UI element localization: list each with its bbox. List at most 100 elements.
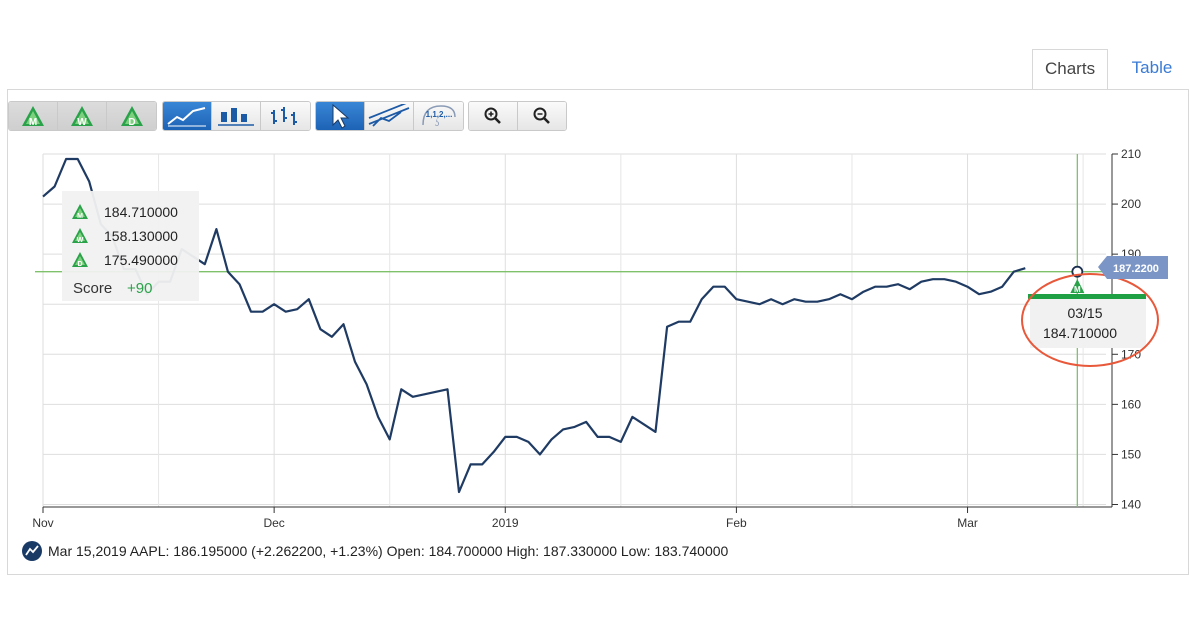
x-tick-label: Feb [726,516,747,530]
series-point [734,297,739,302]
series-point [561,427,566,432]
series-point [699,297,704,302]
series-point [607,434,612,439]
series-point [353,359,358,364]
series-point [803,299,808,304]
series-point [410,394,415,399]
series-point [641,422,646,427]
y-tick-label: 140 [1121,497,1141,511]
series-point [676,319,681,324]
series-point [306,297,311,302]
series-point [745,299,750,304]
series-point [41,194,46,199]
mag-marker-icon: M [1070,279,1085,294]
y-tick-label: 210 [1121,147,1141,161]
series-point [283,309,288,314]
series-point [549,437,554,442]
ohlc-legend-text: Mar 15,2019 AAPL: 186.195000 (+2.262200,… [48,543,729,559]
series-point [1011,269,1016,274]
series-point [1000,284,1005,289]
series-point [665,324,670,329]
svg-text:D: D [77,261,82,268]
series-point [838,292,843,297]
series-point [387,437,392,442]
series-point [584,419,589,424]
series-point [318,327,323,332]
series-point [942,277,947,282]
series-point [722,284,727,289]
series-point [618,439,623,444]
series-point [919,279,924,284]
price-chart[interactable]: 140150160170180190200210NovDec2019FebMar… [0,0,1200,630]
series-point [329,334,334,339]
series-point [896,282,901,287]
series-point [480,462,485,467]
svg-text:M: M [77,213,83,220]
y-tick-label: 150 [1121,447,1141,461]
series-point [873,284,878,289]
x-tick-label: Dec [263,516,284,530]
series-point [537,452,542,457]
series-point [341,322,346,327]
score-value: +90 [127,280,152,297]
series-point [861,289,866,294]
series-point [757,302,762,307]
series-point [214,227,219,232]
series-point [422,392,427,397]
series-point [52,184,57,189]
chart-grid [42,153,1106,507]
series-point [64,157,69,162]
tooltip-value: 184.710000 [104,204,178,220]
svg-text:M: M [1074,285,1081,294]
series-point [988,289,993,294]
series-point [769,297,774,302]
ohlc-legend: Mar 15,2019 AAPL: 186.195000 (+2.262200,… [22,540,728,562]
series-point [977,292,982,297]
tooltip-value: 184.710000 [1043,325,1117,341]
series-point [237,282,242,287]
series-point [965,284,970,289]
series-point [491,449,496,454]
series-point [225,269,230,274]
series-point [572,424,577,429]
series-point [815,299,820,304]
series-point [907,287,912,292]
marker-bar [1028,294,1146,299]
series-point [249,309,254,314]
series-point [630,414,635,419]
series-point [295,307,300,312]
series-point [884,284,889,289]
tooltip-value: 158.130000 [104,228,178,244]
series-point [780,302,785,307]
series-point [514,434,519,439]
score-label: Score [73,280,112,297]
price-tag: 187.2200 [1098,256,1168,279]
series-point [711,284,716,289]
series-point [653,429,658,434]
series-point [260,309,265,314]
y-tick-label: 160 [1121,397,1141,411]
series-point [688,319,693,324]
series-point [445,387,450,392]
series-point [953,279,958,284]
series-point [849,297,854,302]
line-series-icon [22,541,42,561]
series-point [376,414,381,419]
svg-text:W: W [77,237,84,244]
series-point [595,434,600,439]
series-point [202,262,207,267]
y-tick-label: 200 [1121,197,1141,211]
series-point [792,297,797,302]
price-tag-label: 187.2200 [1113,263,1159,275]
series-point [930,277,935,282]
x-tick-label: Nov [32,516,53,530]
series-point [457,489,462,494]
tooltip-date: 03/15 [1067,305,1102,321]
tooltip-value: 175.490000 [104,252,178,268]
series-point [87,179,92,184]
x-tick-label: Mar [957,516,978,530]
series-point [272,302,277,307]
series-point [364,382,369,387]
x-tick-label: 2019 [492,516,519,530]
series-point [503,434,508,439]
